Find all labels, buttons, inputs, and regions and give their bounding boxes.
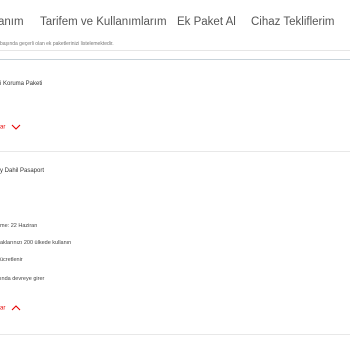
package-title: i Koruma Paketi: [0, 81, 43, 87]
nav-item-partial[interactable]: anım: [0, 16, 24, 28]
top-navigation: anım Tarifem ve Kullanımlarım Ek Paket A…: [0, 0, 350, 51]
toggle-label: ar: [0, 305, 6, 312]
section-divider: [0, 59, 350, 60]
nav-item-cihaz-tekliflerim[interactable]: Cihaz Tekliflerim: [251, 16, 335, 28]
package-toggle-button[interactable]: ar: [0, 305, 21, 312]
toggle-label: ar: [0, 124, 6, 131]
package-divider: [0, 151, 350, 152]
nav-item-ek-paket-al[interactable]: Ek Paket Al: [177, 16, 236, 28]
package-divider: [0, 334, 350, 335]
package-detail: ında devreye girer: [0, 276, 45, 282]
nav-item-tarifem-ve-kullanimlarim[interactable]: Tarifem ve Kullanımlarım: [40, 16, 167, 28]
notice-text: başında geçerli olan ek paketlerinizi li…: [0, 41, 114, 47]
package-detail: ücretlenir: [0, 257, 23, 263]
package-detail: me: 22 Haziran: [0, 223, 38, 229]
package-detail: aklarınızı 200 ülkede kullanın: [0, 240, 72, 246]
chevron-down-icon: [11, 124, 21, 130]
chevron-up-icon: [11, 305, 21, 311]
package-toggle-button[interactable]: ar: [0, 124, 21, 131]
page: anım Tarifem ve Kullanımlarım Ek Paket A…: [0, 0, 350, 350]
package-title: y Dahil Pasaport: [0, 168, 45, 174]
